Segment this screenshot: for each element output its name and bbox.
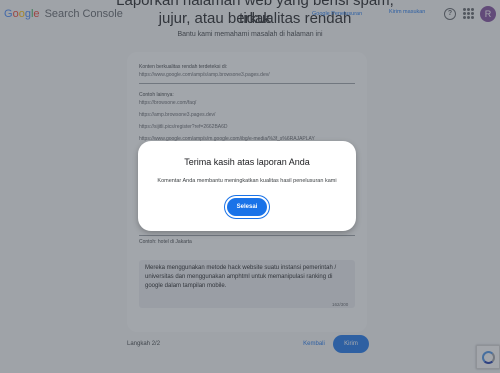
confirmation-dialog: Terima kasih atas laporan Anda Komentar … <box>138 141 356 231</box>
dialog-message: Komentar Anda membantu meningkatkan kual… <box>157 178 337 184</box>
done-button[interactable]: Selesai <box>227 198 267 216</box>
dialog-title: Terima kasih atas laporan Anda <box>184 157 310 167</box>
